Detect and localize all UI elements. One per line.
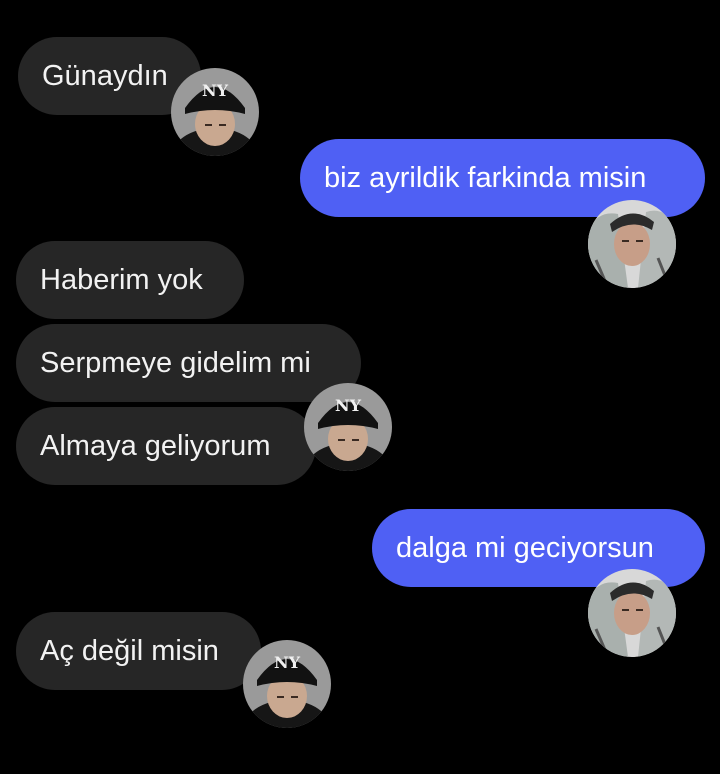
incoming-message[interactable]: Serpmeye gidelim mi	[16, 324, 361, 402]
beanie-person-icon: NY	[243, 640, 331, 728]
my-avatar-icon[interactable]	[588, 200, 676, 288]
incoming-message[interactable]: Haberim yok	[16, 241, 244, 319]
my-avatar-icon[interactable]	[588, 569, 676, 657]
svg-text:NY: NY	[274, 653, 301, 672]
hooded-person-icon	[588, 200, 676, 288]
incoming-message[interactable]: Almaya geliyorum	[16, 407, 316, 485]
beanie-person-icon: NY	[171, 68, 259, 156]
contact-avatar-icon[interactable]: NY	[304, 383, 392, 471]
chat-thread: Günaydın NY biz ayrildik farkinda misin …	[0, 0, 720, 774]
svg-text:NY: NY	[335, 396, 362, 415]
beanie-person-icon: NY	[304, 383, 392, 471]
hooded-person-icon	[588, 569, 676, 657]
contact-avatar-icon[interactable]: NY	[243, 640, 331, 728]
contact-avatar-icon[interactable]: NY	[171, 68, 259, 156]
svg-text:NY: NY	[202, 81, 229, 100]
incoming-message[interactable]: Aç değil misin	[16, 612, 261, 690]
